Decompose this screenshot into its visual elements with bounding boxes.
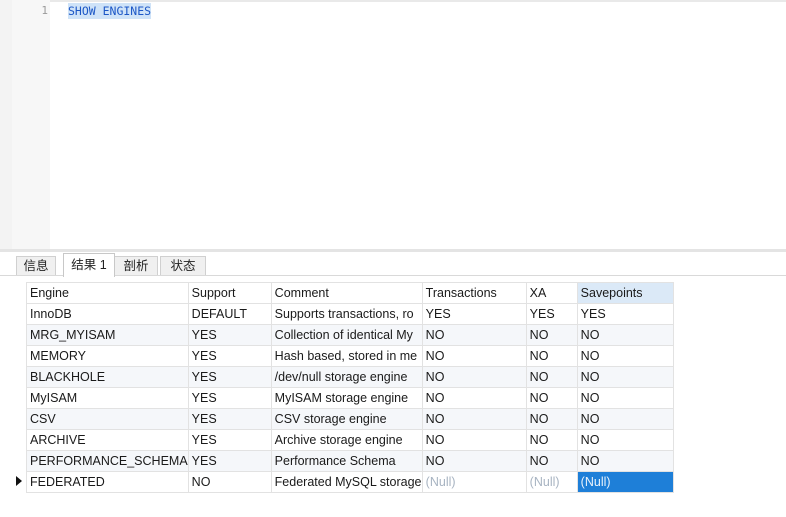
editor-top-border bbox=[50, 0, 786, 2]
sql-editor[interactable]: 1 SHOW ENGINES bbox=[0, 0, 786, 249]
cell-xa[interactable]: YES bbox=[525, 303, 578, 325]
cell-xa[interactable]: NO bbox=[525, 345, 578, 367]
tab-info[interactable]: 信息 bbox=[16, 256, 56, 276]
result-grid: Engine Support Comment Transactions XA S… bbox=[26, 282, 674, 493]
cell-engine[interactable]: MEMORY bbox=[26, 345, 189, 367]
cell-transactions[interactable]: NO bbox=[421, 366, 527, 388]
cell-transactions[interactable]: (Null) bbox=[421, 471, 527, 493]
tab-status[interactable]: 状态 bbox=[160, 256, 206, 276]
cell-support[interactable]: DEFAULT bbox=[187, 303, 272, 325]
table-row[interactable]: CSV YES CSV storage engine NO NO NO bbox=[26, 408, 674, 430]
tab-result-1[interactable]: 结果 1 bbox=[63, 253, 115, 277]
cell-support[interactable]: YES bbox=[187, 387, 272, 409]
cell-transactions[interactable]: NO bbox=[421, 450, 527, 472]
current-row-marker-icon bbox=[16, 476, 22, 486]
cell-comment[interactable]: /dev/null storage engine bbox=[270, 366, 423, 388]
line-number-gutter: 1 bbox=[12, 0, 50, 249]
cell-support[interactable]: YES bbox=[187, 324, 272, 346]
result-tabbar: 信息 结果 1 剖析 状态 bbox=[0, 252, 786, 277]
cell-support[interactable]: NO bbox=[187, 471, 272, 493]
cell-comment[interactable]: MyISAM storage engine bbox=[270, 387, 423, 409]
cell-comment[interactable]: Collection of identical My bbox=[270, 324, 423, 346]
cell-xa[interactable]: NO bbox=[525, 324, 578, 346]
cell-engine[interactable]: ARCHIVE bbox=[26, 429, 189, 451]
table-row[interactable]: PERFORMANCE_SCHEMA YES Performance Schema N… bbox=[26, 450, 674, 472]
tab-profile[interactable]: 剖析 bbox=[114, 256, 158, 276]
table-row[interactable]: MEMORY YES Hash based, stored in me NO NO NO bbox=[26, 345, 674, 367]
cell-comment[interactable]: Performance Schema bbox=[270, 450, 423, 472]
cell-savepoints[interactable]: (Null) bbox=[576, 471, 674, 493]
cell-support[interactable]: YES bbox=[187, 450, 272, 472]
cell-support[interactable]: YES bbox=[187, 366, 272, 388]
cell-transactions[interactable]: NO bbox=[421, 408, 527, 430]
cell-savepoints[interactable]: YES bbox=[576, 303, 674, 325]
cell-savepoints[interactable]: NO bbox=[576, 324, 674, 346]
cell-comment[interactable]: Supports transactions, ro bbox=[270, 303, 423, 325]
table-row[interactable]: InnoDB DEFAULT Supports transactions, ro YE… bbox=[26, 303, 674, 325]
cell-savepoints[interactable]: NO bbox=[576, 345, 674, 367]
table-row[interactable]: BLACKHOLE YES/dev/null storage engine NO NO… bbox=[26, 366, 674, 388]
cell-support[interactable]: YES bbox=[187, 408, 272, 430]
cell-xa[interactable]: NO bbox=[525, 429, 578, 451]
column-header-support[interactable]: Support bbox=[187, 282, 272, 304]
table-row[interactable]: MyISAM YES MyISAM storage engine NO NO NO bbox=[26, 387, 674, 409]
cell-xa[interactable]: NO bbox=[525, 387, 578, 409]
row-indicator-gutter bbox=[12, 282, 26, 502]
table-row[interactable]: MRG_MYISAM YES Collection of identical My N… bbox=[26, 324, 674, 346]
column-header-comment[interactable]: Comment bbox=[270, 282, 423, 304]
cell-engine[interactable]: MRG_MYISAM bbox=[26, 324, 189, 346]
table-row[interactable]: FEDERATED NO Federated MySQL storage (Null)… bbox=[26, 471, 674, 493]
cell-comment[interactable]: Hash based, stored in me bbox=[270, 345, 423, 367]
cell-support[interactable]: YES bbox=[187, 345, 272, 367]
cell-engine[interactable]: CSV bbox=[26, 408, 189, 430]
cell-savepoints[interactable]: NO bbox=[576, 387, 674, 409]
cell-savepoints[interactable]: NO bbox=[576, 366, 674, 388]
cell-xa[interactable]: (Null) bbox=[525, 471, 578, 493]
cell-savepoints[interactable]: NO bbox=[576, 450, 674, 472]
column-header-engine[interactable]: Engine bbox=[26, 282, 189, 304]
cell-savepoints[interactable]: NO bbox=[576, 408, 674, 430]
cell-transactions[interactable]: NO bbox=[421, 324, 527, 346]
cell-xa[interactable]: NO bbox=[525, 366, 578, 388]
grid-header-row: Engine Support Comment Transactions XA S… bbox=[26, 282, 674, 304]
result-grid-area: Engine Support Comment Transactions XA S… bbox=[0, 276, 786, 517]
cell-comment[interactable]: CSV storage engine bbox=[270, 408, 423, 430]
cell-support[interactable]: YES bbox=[187, 429, 272, 451]
cell-engine[interactable]: InnoDB bbox=[26, 303, 189, 325]
cell-engine[interactable]: FEDERATED bbox=[26, 471, 189, 493]
cell-xa[interactable]: NO bbox=[525, 408, 578, 430]
cell-transactions[interactable]: NO bbox=[421, 387, 527, 409]
cell-xa[interactable]: NO bbox=[525, 450, 578, 472]
column-header-xa[interactable]: XA bbox=[525, 282, 578, 304]
editor-left-strip bbox=[0, 0, 12, 249]
cell-engine[interactable]: MyISAM bbox=[26, 387, 189, 409]
cell-comment[interactable]: Federated MySQL storage bbox=[270, 471, 423, 493]
column-header-savepoints[interactable]: Savepoints bbox=[576, 282, 674, 304]
grid-body: InnoDB DEFAULT Supports transactions, ro YE… bbox=[26, 303, 674, 493]
cell-engine[interactable]: PERFORMANCE_SCHEMA bbox=[26, 450, 189, 472]
line-number: 1 bbox=[41, 4, 48, 17]
sql-code-line[interactable]: SHOW ENGINES bbox=[68, 3, 152, 19]
cell-transactions[interactable]: NO bbox=[421, 345, 527, 367]
cell-engine[interactable]: BLACKHOLE bbox=[26, 366, 189, 388]
cell-savepoints[interactable]: NO bbox=[576, 429, 674, 451]
cell-transactions[interactable]: YES bbox=[421, 303, 527, 325]
column-header-transactions[interactable]: Transactions bbox=[421, 282, 527, 304]
table-row[interactable]: ARCHIVE YES Archive storage engine NO NO NO bbox=[26, 429, 674, 451]
cell-transactions[interactable]: NO bbox=[421, 429, 527, 451]
cell-comment[interactable]: Archive storage engine bbox=[270, 429, 423, 451]
